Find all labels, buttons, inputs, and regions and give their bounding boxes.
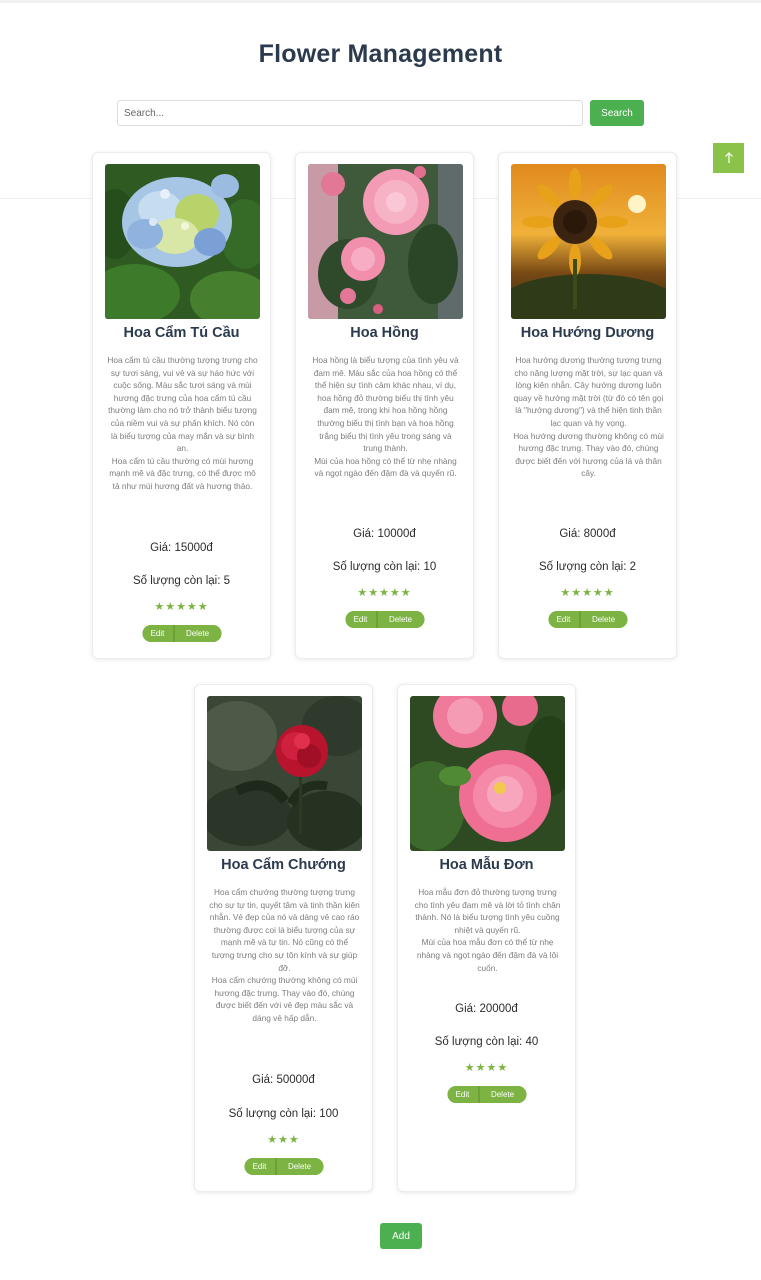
card-actions: Edit Delete [447,1086,526,1103]
edit-button[interactable]: Edit [345,611,377,628]
flower-price: Giá: 15000đ [150,542,213,554]
flower-description: Hoa mẫu đơn đỏ thường tượng trưng cho tì… [414,887,561,973]
flower-quantity: Số lượng còn lại: 100 [228,1108,339,1120]
flower-price: Giá: 10000đ [353,528,416,540]
top-border [0,0,761,3]
rating-stars: ★★★★★ [154,601,209,613]
search-button[interactable]: Search [590,100,644,126]
flower-quantity: Số lượng còn lại: 5 [132,575,231,587]
carnation-image [207,696,362,851]
arrow-up-icon [724,152,734,164]
card-actions: Edit Delete [244,1158,323,1175]
page-title: Flower Management [258,40,503,68]
flower-card: Hoa Cẩm Chướng Hoa cẩm chướng thường tượ… [194,684,373,1192]
flower-card: Hoa Hồng Hoa hồng là biểu tượng của tình… [295,152,474,659]
flower-card: Hoa Mẫu Đơn Hoa mẫu đơn đỏ thường tượng … [397,684,576,1192]
flower-description: Hoa cẩm tú cầu thường tượng trưng cho sự… [107,355,258,491]
rating-stars: ★★★★ [464,1062,509,1074]
flower-price: Giá: 50000đ [252,1074,315,1086]
flower-price: Giá: 20000đ [455,1003,518,1015]
scroll-to-top-button[interactable] [713,143,744,173]
sunflower-image [511,164,666,319]
flower-name: Hoa Cẩm Chướng [221,857,346,873]
delete-button[interactable]: Delete [580,611,627,628]
flower-name: Hoa Hồng [350,325,419,341]
flower-price: Giá: 8000đ [559,528,616,540]
flower-quantity: Số lượng còn lại: 40 [434,1036,539,1048]
edit-button[interactable]: Edit [244,1158,276,1175]
card-actions: Edit Delete [345,611,424,628]
delete-button[interactable]: Delete [174,625,221,642]
flower-card: Hoa Cẩm Tú Cầu Hoa cẩm tú cầu thường tượ… [92,152,271,659]
flower-description: Hoa cẩm chướng thường tượng trưng cho sự… [209,887,360,1023]
delete-button[interactable]: Delete [479,1086,526,1103]
flower-card: Hoa Hướng Dương Hoa hướng dương thường t… [498,152,677,659]
flower-description: Hoa hồng là biểu tượng của tình yêu và đ… [312,355,459,479]
flower-description: Hoa hướng dương thường tượng trưng cho n… [513,355,664,479]
edit-button[interactable]: Edit [447,1086,479,1103]
hydrangea-image [105,164,260,319]
edit-button[interactable]: Edit [142,625,174,642]
rose-image [308,164,463,319]
search-input[interactable] [117,100,583,126]
rating-stars: ★★★ [267,1134,300,1146]
edit-button[interactable]: Edit [548,611,580,628]
flower-name: Hoa Cẩm Tú Cầu [123,325,240,341]
delete-button[interactable]: Delete [377,611,424,628]
rating-stars: ★★★★★ [357,587,412,599]
card-actions: Edit Delete [548,611,627,628]
card-actions: Edit Delete [142,625,221,642]
flower-quantity: Số lượng còn lại: 2 [538,561,637,573]
peony-image [410,696,565,851]
delete-button[interactable]: Delete [276,1158,323,1175]
flower-name: Hoa Hướng Dương [520,325,655,341]
add-button[interactable]: Add [380,1223,422,1249]
flower-quantity: Số lượng còn lại: 10 [332,561,437,573]
rating-stars: ★★★★★ [560,587,615,599]
flower-name: Hoa Mẫu Đơn [439,857,534,873]
